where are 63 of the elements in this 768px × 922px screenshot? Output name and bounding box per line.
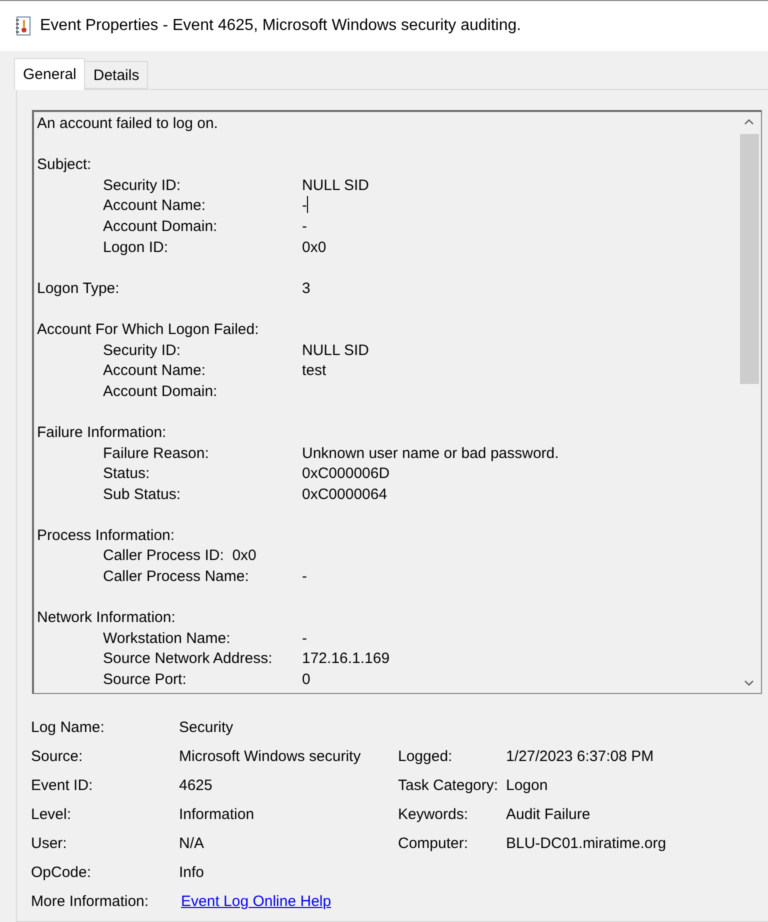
- property-label: Log Name:: [31, 718, 106, 738]
- field-label: Workstation Name:: [103, 628, 232, 649]
- property-value: Microsoft Windows security: [179, 747, 362, 767]
- window-title: Event Properties - Event 4625, Microsoft Windows security auditing.: [40, 17, 522, 35]
- property-value: Logon: [506, 776, 549, 796]
- field-label: Logon ID:: [103, 238, 170, 258]
- field-label: Security ID:: [103, 340, 182, 361]
- field-value: 0xC000006D: [302, 464, 390, 484]
- notebook-icon: [15, 16, 31, 36]
- field-value: -: [302, 628, 307, 649]
- property-value: Security: [179, 718, 234, 738]
- field-label: Account Name:: [103, 196, 207, 216]
- field-label: Failure Reason:: [103, 444, 210, 464]
- field-value: -: [302, 216, 307, 237]
- property-value: Audit Failure: [506, 805, 592, 825]
- property-value: Info: [179, 863, 206, 883]
- field-value: 0: [302, 670, 310, 690]
- field-value: -: [302, 196, 307, 216]
- tab[interactable]: Details: [84, 61, 148, 89]
- property-label: Level:: [31, 805, 72, 825]
- property-label: Source:: [31, 747, 84, 767]
- section-heading: Account For Which Logon Failed:: [37, 320, 259, 340]
- field-value: test: [302, 361, 326, 382]
- description-text: An account failed to log on.: [37, 114, 218, 134]
- section-heading: Process Information:: [37, 526, 175, 546]
- property-label: Computer:: [398, 834, 470, 854]
- section-heading: Subject:: [37, 155, 92, 176]
- field-label: Security ID:: [103, 176, 182, 196]
- field-value: NULL SID: [302, 340, 369, 361]
- field-label: Account Domain:: [103, 216, 218, 237]
- field-value: 3: [302, 278, 310, 299]
- property-value: 4625: [179, 776, 214, 796]
- field-value: 0x0: [302, 238, 326, 258]
- property-label: More Information:: [31, 892, 150, 912]
- property-value: 1/27/2023 6:37:08 PM: [506, 747, 655, 767]
- field-label: Caller Process Name:: [103, 567, 250, 588]
- scroll-thumb[interactable]: [740, 134, 758, 384]
- property-label: Logged:: [398, 747, 454, 767]
- field-value: NULL SID: [302, 176, 369, 196]
- field-value: 0xC0000064: [302, 484, 388, 505]
- field-value: 172.16.1.169: [302, 649, 390, 670]
- field-label: Account Domain:: [103, 382, 218, 402]
- field-text: Caller Process ID: 0x0: [103, 546, 256, 566]
- property-value: Information: [179, 805, 256, 825]
- section-heading: Network Information:: [37, 608, 176, 628]
- field-label: Account Name:: [103, 361, 207, 382]
- field-label: Status:: [103, 464, 151, 484]
- field-label: Sub Status:: [103, 484, 182, 505]
- property-label: Task Category:: [398, 776, 500, 796]
- field-label: Source Network Address:: [103, 649, 274, 670]
- field-label: Logon Type:: [37, 278, 120, 299]
- property-label: User:: [31, 834, 68, 854]
- property-label: Event ID:: [31, 776, 94, 796]
- field-label: Source Port:: [103, 670, 188, 690]
- help-link[interactable]: Event Log Online Help: [181, 893, 332, 910]
- tab[interactable]: General: [14, 58, 86, 90]
- property-value: N/A: [179, 834, 206, 854]
- field-value: Unknown user name or bad password.: [302, 444, 559, 464]
- property-label: OpCode:: [31, 863, 92, 883]
- section-heading: Failure Information:: [37, 422, 166, 443]
- property-value: BLU-DC01.miratime.org: [506, 834, 668, 854]
- property-label: Keywords:: [398, 805, 470, 825]
- field-value: -: [302, 567, 307, 588]
